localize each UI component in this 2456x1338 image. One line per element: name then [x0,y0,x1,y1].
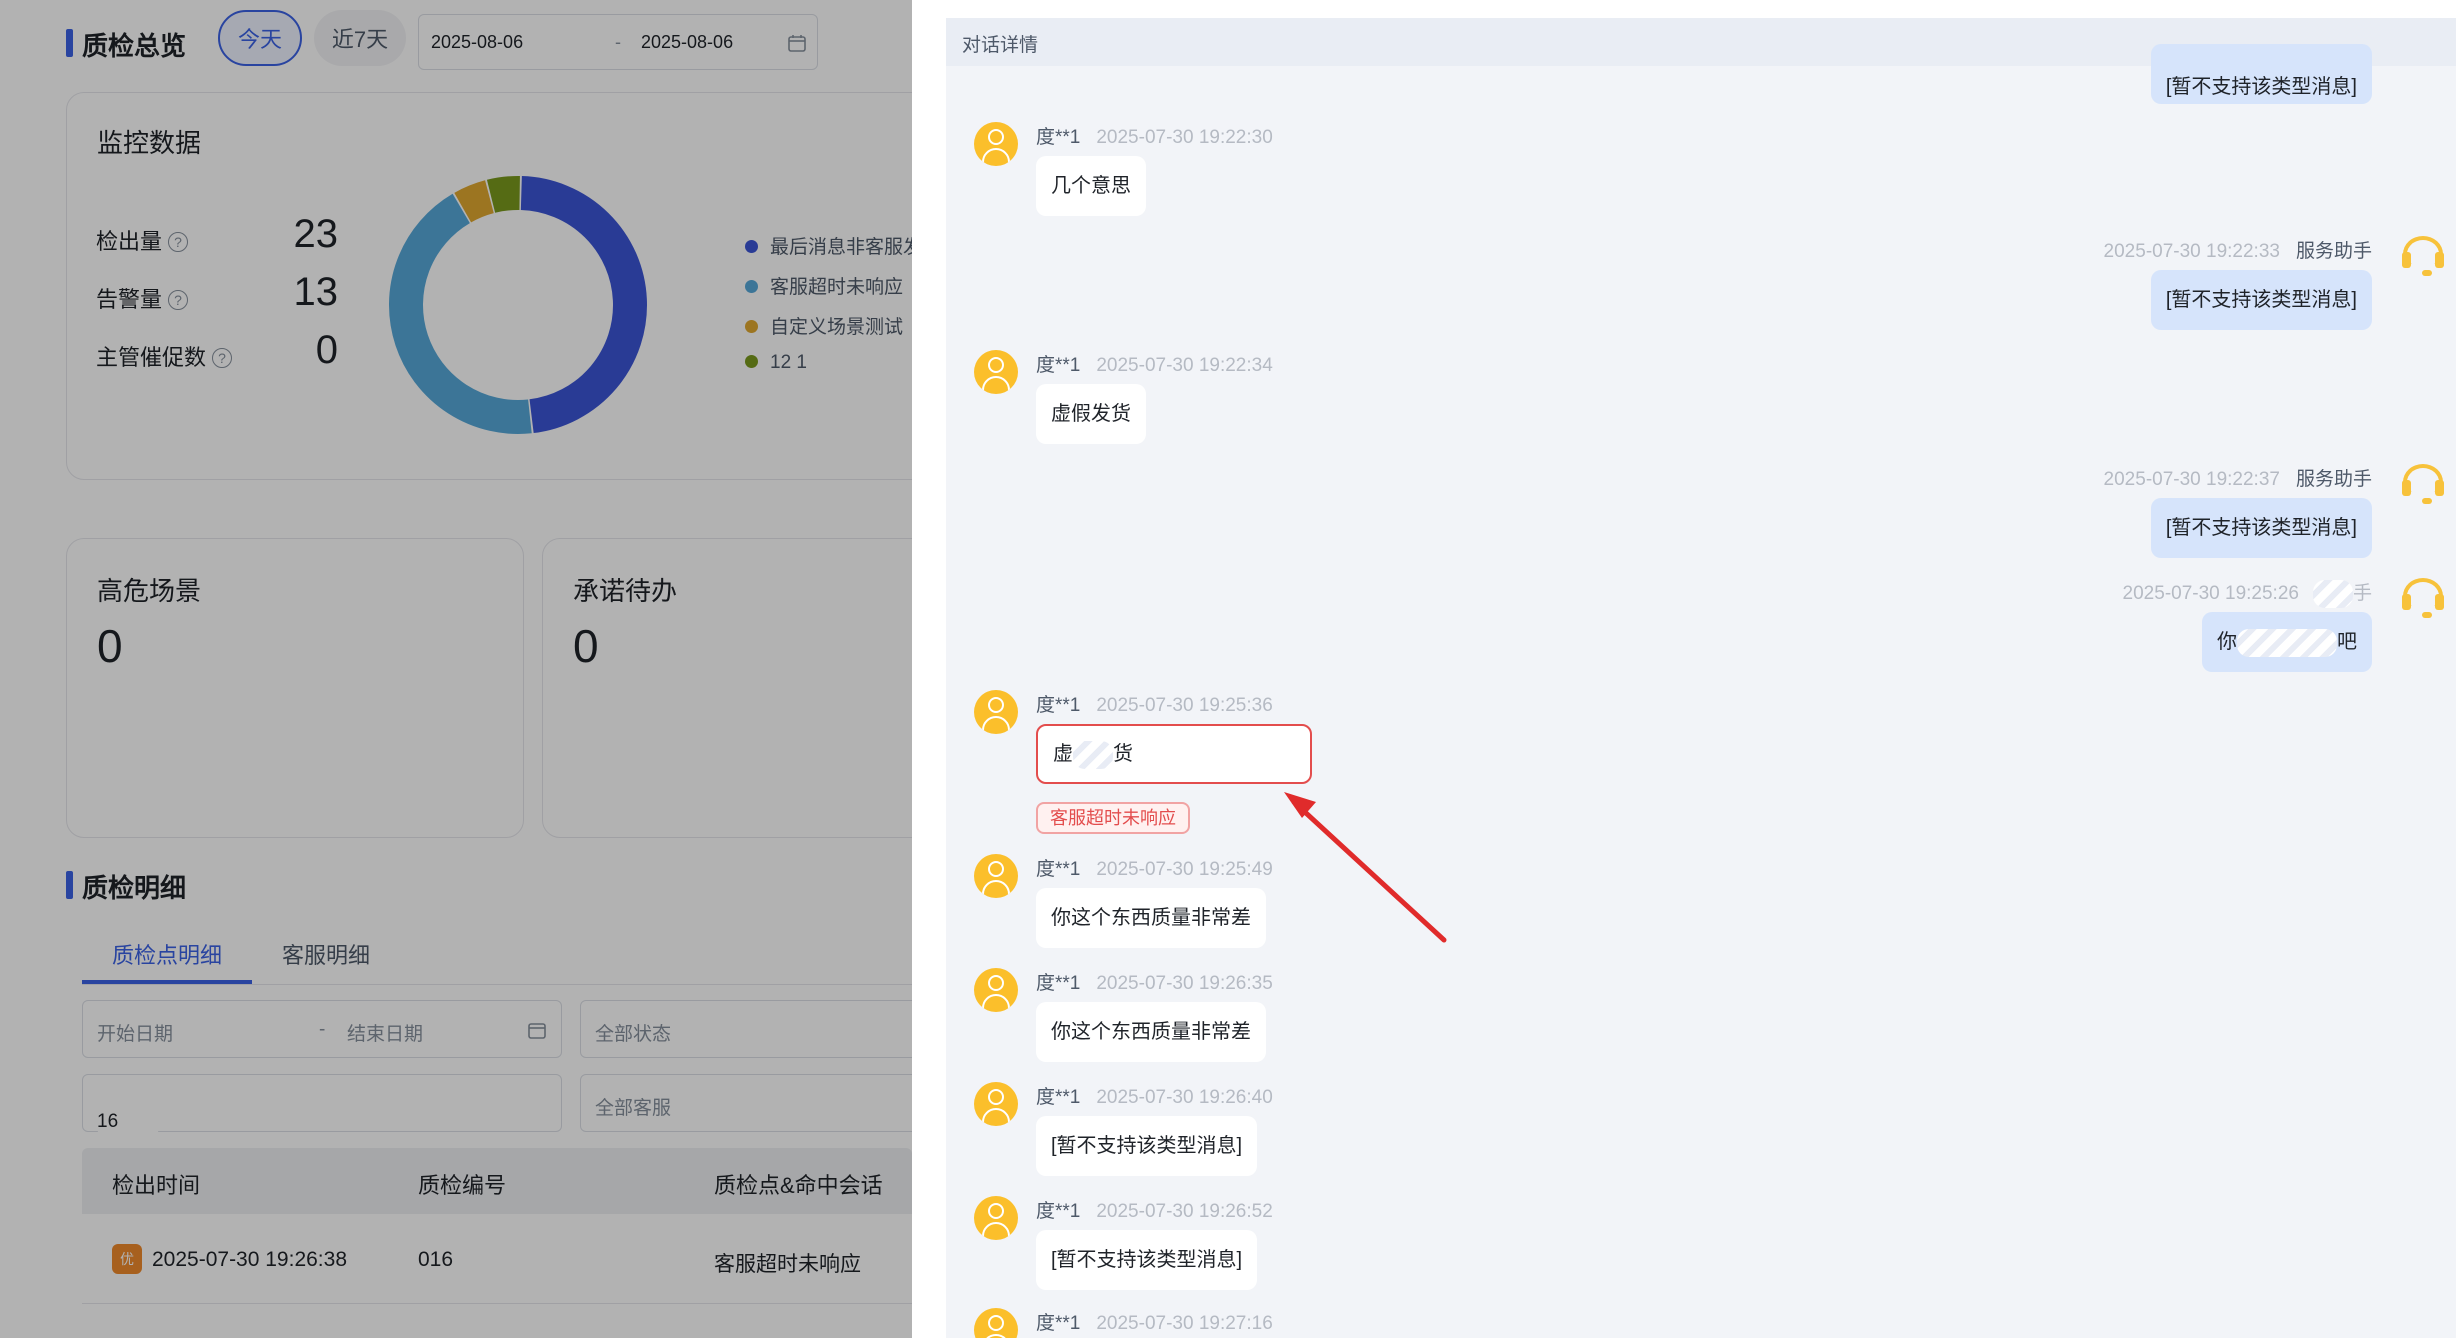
annotation-arrow [1284,792,1447,943]
conversation-drawer: 对话详情 [暂不支持该类型消息] 度**1 2025-07-30 19:22:30… [912,0,2456,1338]
drawer-mask[interactable] [0,0,912,1338]
